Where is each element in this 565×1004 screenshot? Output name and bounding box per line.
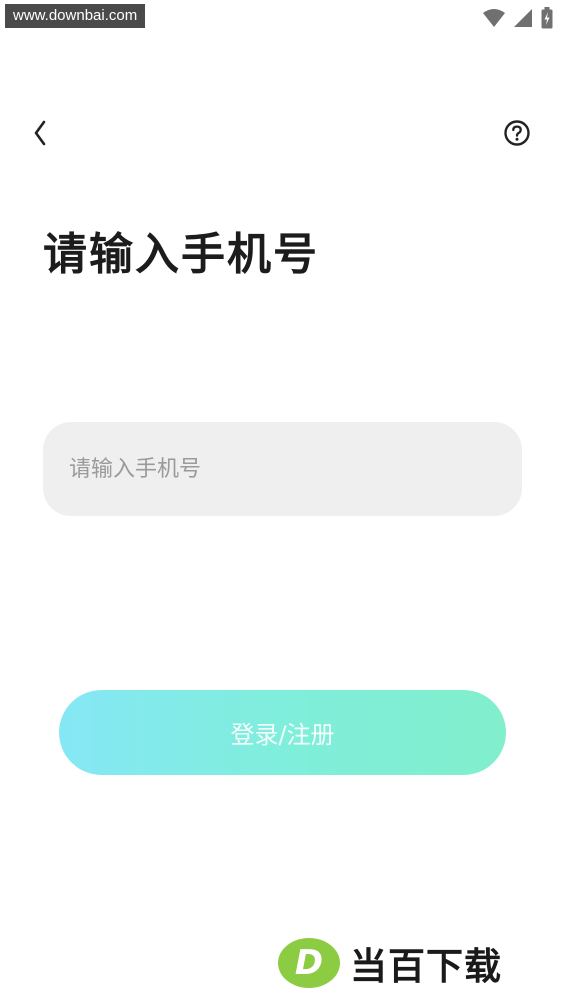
watermark-url: www.downbai.com [5,4,146,28]
login-register-label: 登录/注册 [230,721,335,749]
cellular-signal-icon [514,9,532,27]
phone-input-container[interactable] [43,422,522,516]
login-register-button[interactable]: 登录/注册 [59,690,506,775]
brand-logo-letter: D [294,943,324,983]
page-title: 请输入手机号 [43,229,319,280]
brand-watermark-logo: D 当百下载 [278,936,502,990]
wifi-icon [483,9,505,27]
question-circle-icon[interactable] [503,119,531,147]
status-icons [483,7,553,29]
brand-logo-mark: D [278,938,340,988]
status-bar: www.downbai.com [0,0,565,36]
login-screen: www.downbai.com 请输入手机号 请输入手机号 登录/注册 D 当百… [0,0,565,1004]
back-icon[interactable] [28,118,56,148]
battery-charging-icon [541,7,553,29]
brand-text: 当百下载 [350,945,502,988]
phone-input[interactable] [43,422,522,516]
